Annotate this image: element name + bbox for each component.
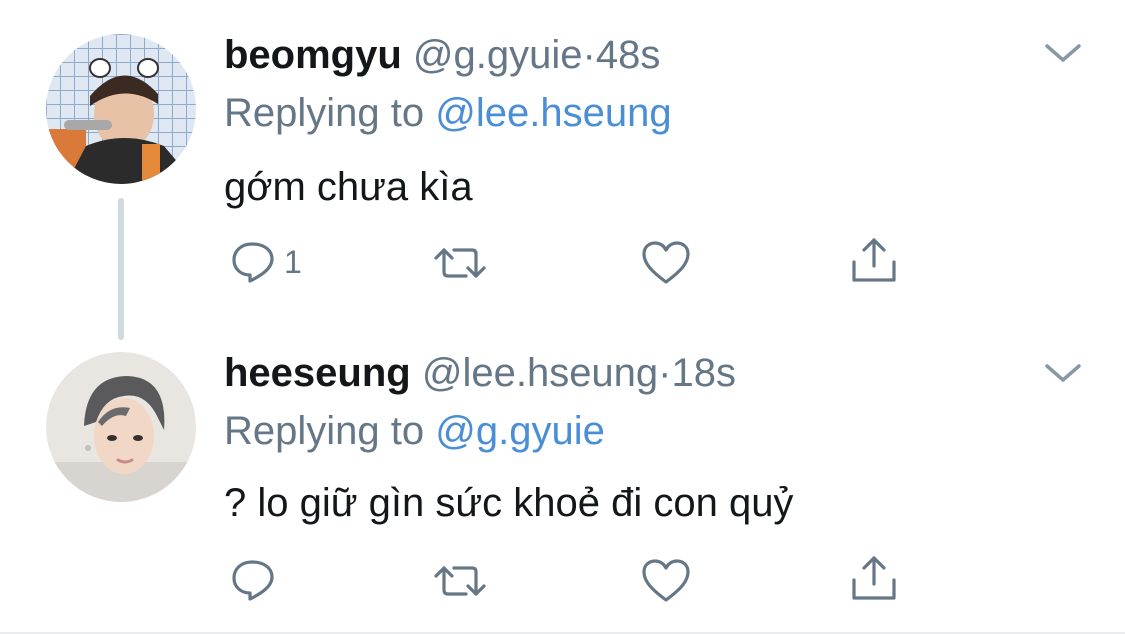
chevron-down-icon — [1045, 44, 1081, 62]
retweet-button[interactable] — [432, 562, 488, 600]
share-icon — [852, 238, 896, 282]
user-handle[interactable]: @lee.hseung — [422, 351, 658, 395]
retweet-icon — [434, 566, 486, 596]
retweet-button[interactable] — [432, 244, 488, 282]
tweet-text: ? lo giữ gìn sức khoẻ đi con quỷ — [224, 481, 794, 525]
reply-button[interactable]: 1 — [230, 240, 302, 284]
avatar-heeseung[interactable] — [46, 352, 196, 502]
user-handle[interactable]: @g.gyuie — [413, 33, 583, 77]
reply-icon — [232, 242, 274, 283]
timestamp[interactable]: 48s — [596, 33, 661, 77]
like-button[interactable] — [641, 558, 691, 604]
share-icon — [852, 556, 896, 600]
avatar-beomgyu[interactable] — [46, 34, 196, 184]
separator-dot: · — [658, 351, 672, 395]
heart-icon — [642, 559, 690, 602]
tweet-text: gớm chưa kìa — [224, 165, 473, 209]
tweet-1[interactable]: beomgyu @g.gyuie·48s Replying to @lee.hs… — [0, 0, 1125, 320]
like-button[interactable] — [641, 240, 691, 286]
retweet-icon — [434, 248, 486, 278]
display-name[interactable]: beomgyu — [224, 33, 402, 77]
replying-prefix: Replying to — [224, 409, 425, 453]
replying-to-line: Replying to @g.gyuie — [224, 408, 605, 454]
reply-icon — [232, 560, 274, 601]
chevron-down-icon — [1045, 364, 1081, 382]
tweet-header: heeseung @lee.hseung·18s — [224, 350, 736, 396]
reply-count: 1 — [284, 243, 302, 280]
display-name[interactable]: heeseung — [224, 351, 411, 395]
replying-prefix: Replying to — [224, 91, 425, 135]
replying-to-mention[interactable]: @g.gyuie — [435, 409, 605, 453]
heart-icon — [642, 241, 690, 284]
timestamp[interactable]: 18s — [672, 351, 737, 395]
tweet-menu-button[interactable] — [1043, 360, 1083, 386]
separator-dot: · — [582, 33, 596, 77]
share-button[interactable] — [850, 554, 898, 602]
tweet-menu-button[interactable] — [1043, 40, 1083, 66]
tweet-header: beomgyu @g.gyuie·48s — [224, 32, 660, 78]
replying-to-line: Replying to @lee.hseung — [224, 90, 672, 136]
reply-button[interactable] — [230, 558, 284, 602]
replying-to-mention[interactable]: @lee.hseung — [435, 91, 671, 135]
tweet-2[interactable]: heeseung @lee.hseung·18s Replying to @g.… — [0, 320, 1125, 632]
share-button[interactable] — [850, 236, 898, 284]
